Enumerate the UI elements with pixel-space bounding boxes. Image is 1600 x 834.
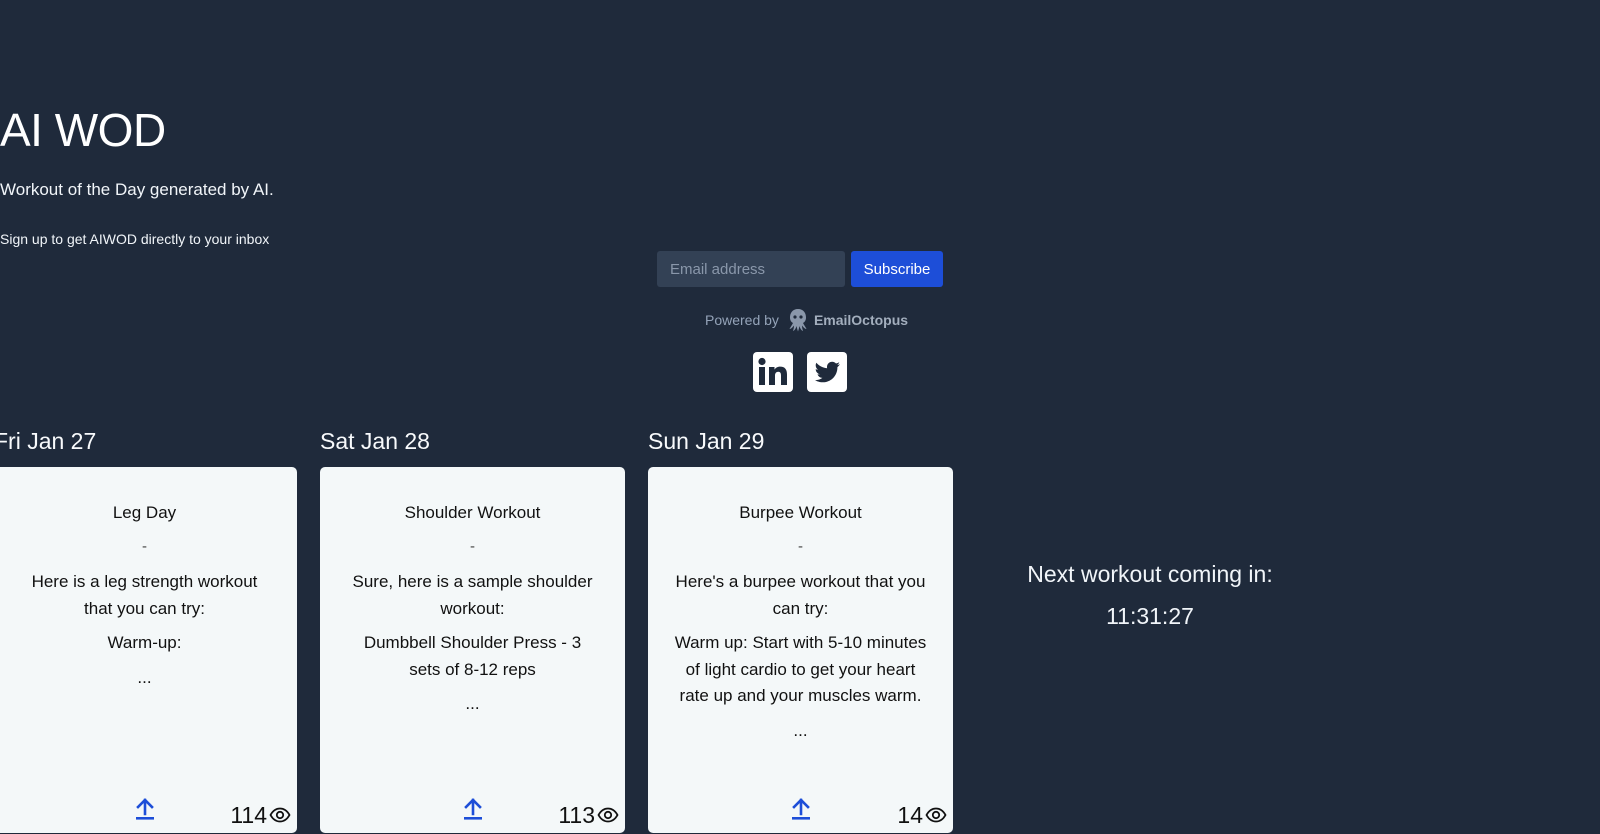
workout-divider: -: [142, 538, 147, 555]
workout-intro: Here's a burpee workout that you can try…: [675, 572, 926, 618]
workout-card[interactable]: Shoulder Workout - Sure, here is a sampl…: [320, 467, 625, 833]
workout-title: Leg Day: [112, 503, 177, 522]
workout-card[interactable]: Leg Day - Here is a leg strength workout…: [0, 467, 297, 833]
workout-intro: Sure, here is a sample shoulder workout:: [352, 572, 593, 618]
view-count-value: 113: [558, 802, 595, 828]
workout-intro: Here is a leg strength workout that you …: [31, 572, 258, 618]
view-count-value: 114: [230, 802, 267, 828]
view-count-value: 14: [897, 802, 923, 828]
workout-title: Shoulder Workout: [404, 503, 541, 522]
page-subtitle: Workout of the Day generated by AI.: [0, 180, 274, 199]
provider-name: EmailOctopus: [813, 312, 909, 328]
workout-ellipsis: ...: [465, 694, 480, 713]
workout-divider: -: [470, 538, 475, 555]
powered-by-label: Powered by: [705, 312, 779, 328]
eye-icon: [595, 802, 619, 829]
workout-date: Sat Jan 28: [320, 428, 430, 454]
next-workout-countdown: Next workout coming in: 11:31:27: [1000, 558, 1300, 632]
workout-divider: -: [798, 538, 803, 555]
email-input[interactable]: [657, 251, 845, 287]
countdown-label: Next workout coming in:: [1027, 561, 1273, 587]
twitter-icon: [807, 352, 847, 396]
workout-step: Warm up: Start with 5-10 minutes of ligh…: [674, 633, 927, 705]
share-icon[interactable]: [462, 797, 484, 821]
workout-step: Warm-up:: [107, 633, 182, 652]
workout-title: Burpee Workout: [739, 503, 862, 522]
view-count: 113: [558, 802, 619, 829]
view-count: 14: [897, 802, 947, 829]
share-icon[interactable]: [134, 797, 156, 821]
workout-card[interactable]: Burpee Workout - Here's a burpee workout…: [648, 467, 953, 833]
eye-icon: [923, 802, 947, 829]
eye-icon: [267, 802, 291, 829]
workout-ellipsis: ...: [793, 720, 808, 740]
octopus-icon: [788, 308, 808, 332]
countdown-timer: 11:31:27: [1106, 603, 1194, 629]
linkedin-link[interactable]: [753, 352, 793, 392]
twitter-link[interactable]: [807, 352, 847, 392]
workout-date: Sun Jan 29: [648, 428, 765, 454]
share-icon[interactable]: [790, 797, 812, 821]
social-links: [753, 352, 847, 392]
subscribe-button[interactable]: Subscribe: [851, 251, 943, 287]
signup-label: Sign up to get AIWOD directly to your in…: [0, 231, 270, 247]
workout-ellipsis: ...: [137, 667, 152, 687]
workout-step: Dumbbell Shoulder Press - 3 sets of 8-12…: [363, 633, 582, 679]
linkedin-icon: [753, 352, 793, 396]
workout-date: Fri Jan 27: [0, 428, 97, 454]
powered-by-link[interactable]: Powered by EmailOctopus: [705, 308, 909, 332]
page-title: AI WOD: [0, 104, 166, 156]
view-count: 114: [230, 802, 291, 829]
